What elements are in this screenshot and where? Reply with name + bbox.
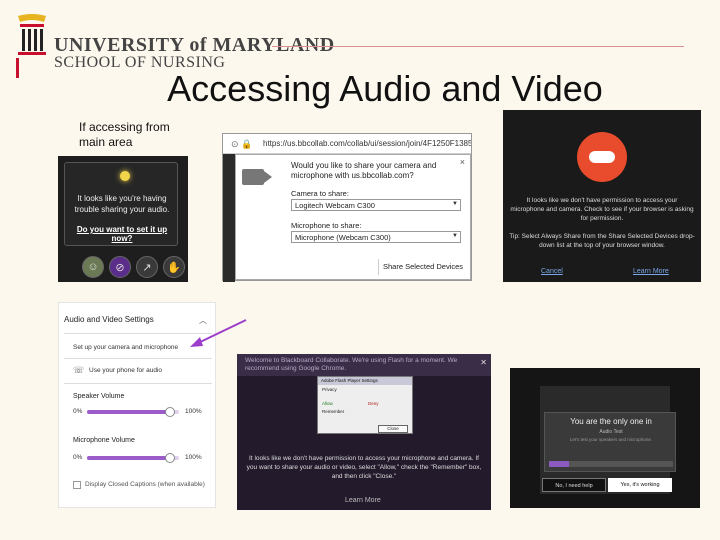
microphone-select[interactable]: Microphone (Webcam C300): [291, 231, 461, 243]
camera-label: Camera to share:: [291, 189, 349, 198]
close-icon[interactable]: ×: [460, 157, 465, 167]
flash-remember-checkbox[interactable]: Remember: [322, 409, 344, 414]
permission-message: It looks like we don't have permission t…: [509, 196, 695, 250]
flash-permission-screenshot: Welcome to Blackboard Collaborate. We're…: [237, 354, 491, 510]
divider: [64, 383, 212, 384]
its-working-button[interactable]: Yes, it's working: [608, 478, 672, 492]
setup-camera-mic-link[interactable]: Set up your camera and microphone: [73, 344, 178, 351]
flash-close-button[interactable]: Close: [378, 425, 408, 433]
speaker-volume-slider[interactable]: [87, 407, 179, 417]
microphone-volume-label: Microphone Volume: [73, 437, 135, 444]
audio-level-fill: [549, 461, 569, 467]
lightbulb-icon: [120, 171, 130, 181]
speaker-volume-label: Speaker Volume: [73, 393, 125, 400]
flash-settings-dialog: Adobe Flash Player Settings Privacy Allo…: [317, 376, 413, 434]
audio-test-subtitle: Audio Test: [599, 429, 623, 435]
microphone-volume-fill: [87, 456, 170, 460]
speaker-volume-knob[interactable]: [164, 407, 175, 417]
pointer-arrow-icon: [190, 319, 247, 347]
flash-banner: Welcome to Blackboard Collaborate. We're…: [237, 354, 491, 376]
share-devices-dialog: Would you like to share your camera and …: [235, 154, 471, 280]
speaker-volume-fill: [87, 410, 170, 414]
camera-lens-icon: [264, 171, 272, 183]
browser-permission-screenshot: ⊙ 🔒 https://us.bbcollab.com/collab/ui/se…: [222, 133, 472, 282]
phone-icon: ☏: [73, 365, 85, 375]
mic-off-icon[interactable]: ⊘: [109, 256, 131, 278]
audio-trouble-tooltip-screenshot: It looks like you're having trouble shar…: [58, 156, 188, 282]
captions-checkbox[interactable]: [73, 481, 81, 489]
permission-tip: Tip: Select Always Share from the Share …: [509, 233, 695, 249]
mic-max-label: 100%: [185, 454, 202, 461]
blocked-toggle-icon: [589, 151, 615, 163]
flash-deny-option[interactable]: Deny: [368, 401, 379, 406]
cancel-link[interactable]: Cancel: [541, 268, 563, 275]
flash-allow-option[interactable]: Allow: [322, 401, 333, 406]
learn-more-link[interactable]: Learn More: [633, 268, 669, 275]
video-off-icon[interactable]: ↗: [136, 256, 158, 278]
microphone-volume-knob[interactable]: [164, 453, 175, 463]
address-bar[interactable]: ⊙ 🔒 https://us.bbcollab.com/collab/ui/se…: [223, 134, 471, 154]
speaker-max-label: 100%: [185, 408, 202, 415]
flash-instructions: It looks like we don't have permission t…: [246, 455, 482, 480]
permission-text: It looks like we don't have permission t…: [510, 197, 694, 222]
camera-icon: [242, 169, 264, 185]
audio-level-bar: [549, 461, 673, 467]
setup-now-link[interactable]: Do you want to set it up now?: [69, 225, 175, 243]
url-text: https://us.bbcollab.com/collab/ui/sessio…: [263, 139, 471, 148]
speaker-min-label: 0%: [73, 408, 83, 415]
avatar-icon[interactable]: ☺: [82, 256, 104, 278]
use-phone-link[interactable]: Use your phone for audio: [89, 367, 162, 374]
microphone-label: Microphone to share:: [291, 221, 362, 230]
session-control-bar: ☺ ⊘ ↗ ✋: [82, 256, 186, 278]
lock-icon: ⊙ 🔒: [231, 139, 253, 149]
slide-title: Accessing Audio and Video: [167, 68, 603, 109]
flash-privacy-label: Privacy: [322, 387, 337, 392]
captions-label: Display Closed Captions (when available): [85, 481, 205, 488]
divider: [64, 358, 212, 359]
page-sidebar: [223, 154, 235, 282]
header-divider: [272, 46, 684, 47]
mic-min-label: 0%: [73, 454, 83, 461]
need-help-button[interactable]: No, I need help: [542, 478, 606, 492]
close-icon[interactable]: ✕: [480, 358, 487, 367]
alone-title: You are the only one in: [570, 417, 652, 426]
share-question: Would you like to share your camera and …: [291, 161, 437, 180]
no-permission-screenshot: It looks like we don't have permission t…: [503, 110, 701, 282]
microphone-volume-slider[interactable]: [87, 453, 179, 463]
share-selected-devices-button[interactable]: Share Selected Devices: [378, 259, 470, 275]
audio-test-line: Let's test your speakers and microphone.: [569, 437, 653, 442]
audio-test-screenshot: You are the only one in Audio Test Let's…: [510, 368, 700, 508]
hand-icon[interactable]: ✋: [163, 256, 185, 278]
audio-test-dialog: You are the only one in Audio Test Let's…: [544, 412, 676, 472]
flash-dialog-title: Adobe Flash Player Settings: [318, 377, 412, 385]
settings-header: Audio and Video Settings: [64, 315, 154, 324]
tooltip-message: It looks like you're having trouble shar…: [74, 194, 170, 214]
tooltip-box: It looks like you're having trouble shar…: [64, 162, 178, 246]
slide-note: If accessing from main area: [79, 120, 170, 149]
learn-more-link[interactable]: Learn More: [345, 497, 381, 504]
camera-select[interactable]: Logitech Webcam C300: [291, 199, 461, 211]
